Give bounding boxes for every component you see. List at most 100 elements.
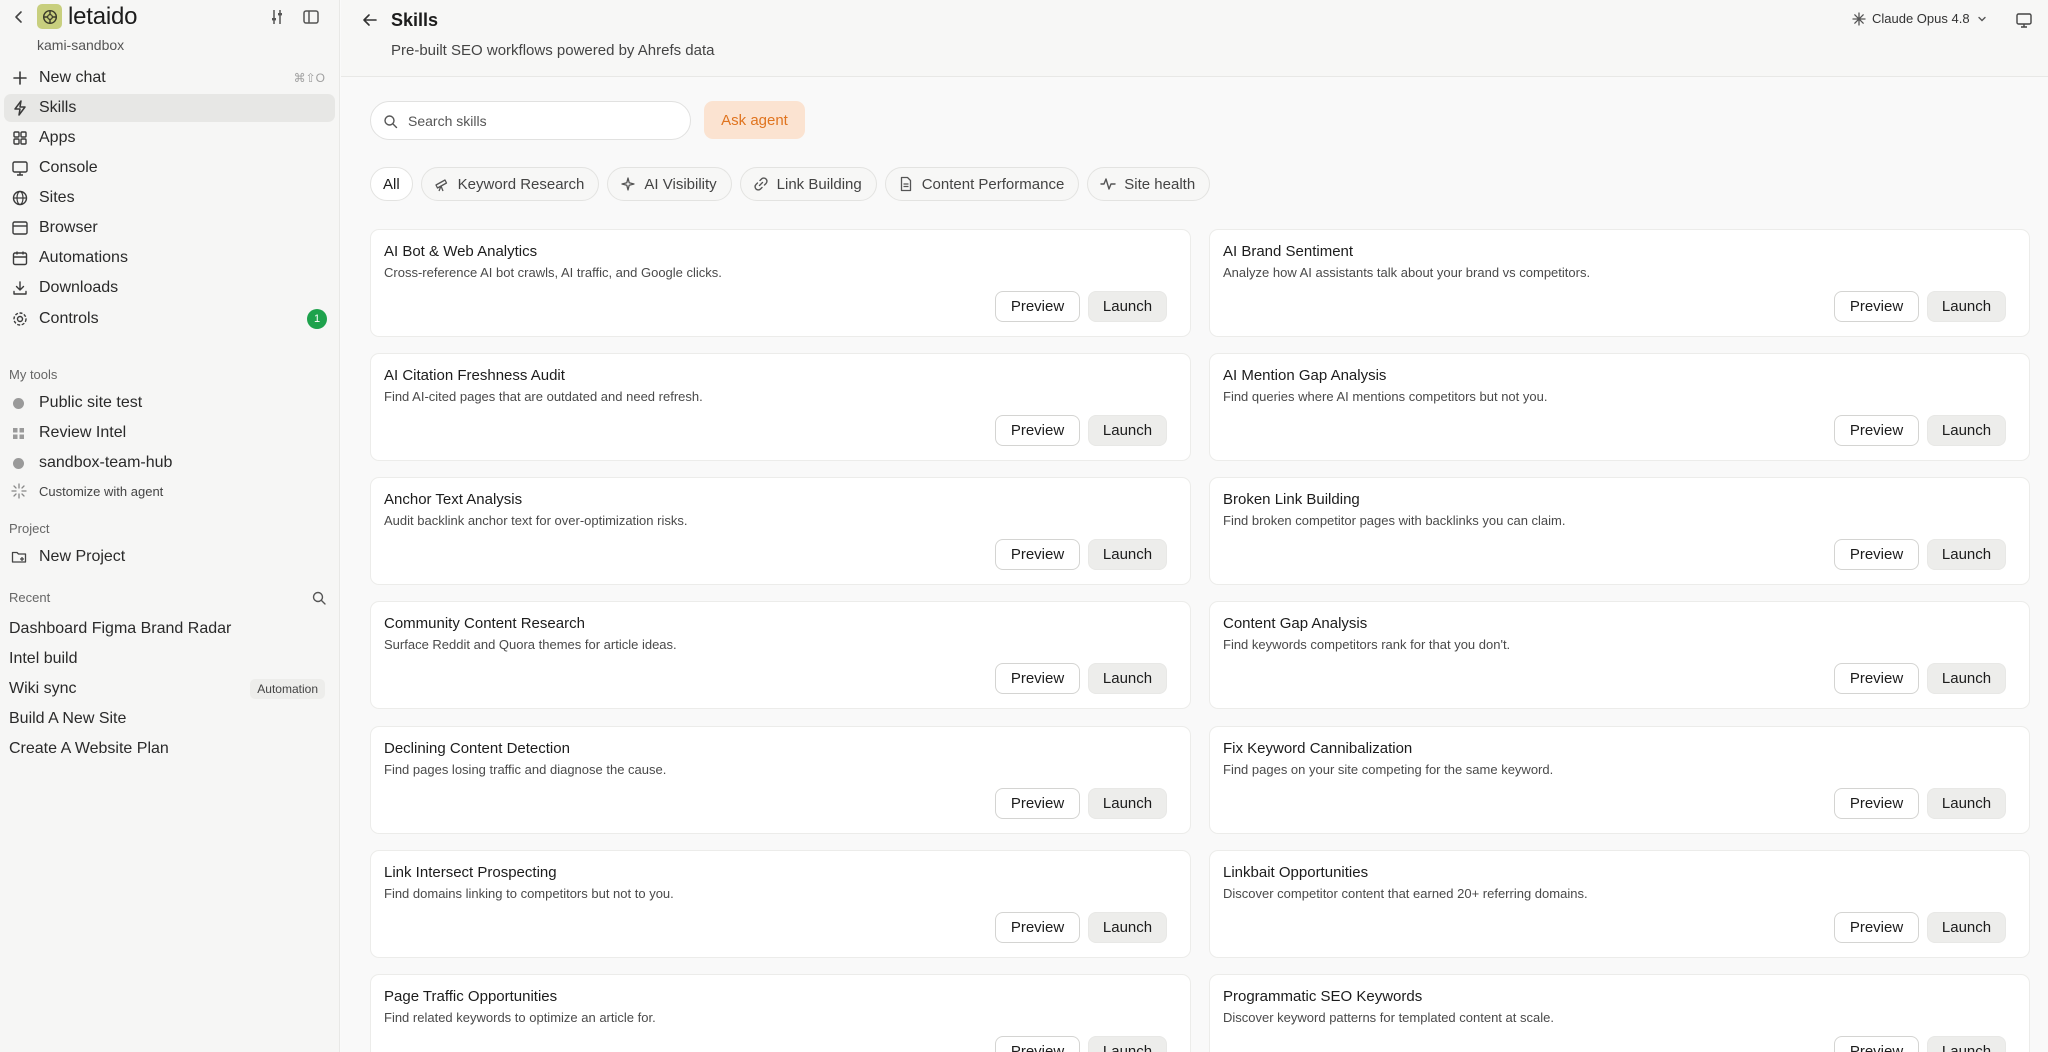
recent-item[interactable]: Dashboard Figma Brand Radar (9, 620, 231, 638)
nav-label: Downloads (39, 279, 119, 296)
tool-public-site-test[interactable]: Public site test (4, 390, 335, 416)
workspace-name[interactable]: kami-sandbox (37, 37, 124, 53)
skill-card: AI Mention Gap Analysis Find queries wher… (1209, 353, 2030, 461)
preview-button[interactable]: Preview (1834, 788, 1919, 819)
chip-label: Link Building (776, 175, 862, 193)
skill-title: Broken Link Building (1223, 491, 1360, 508)
tool-review-intel[interactable]: Review Intel (4, 420, 335, 446)
preview-button[interactable]: Preview (1834, 415, 1919, 446)
nav-browser[interactable]: Browser (4, 214, 335, 242)
skill-card: Content Gap Analysis Find keywords compet… (1209, 601, 2030, 709)
launch-button[interactable]: Launch (1927, 539, 2006, 570)
customize-with-agent[interactable]: Customize with agent (4, 478, 335, 504)
skill-title: Content Gap Analysis (1223, 615, 1368, 632)
preview-button[interactable]: Preview (995, 539, 1080, 570)
launch-button[interactable]: Launch (1088, 291, 1167, 322)
skill-card: Link Intersect Prospecting Find domains l… (370, 850, 1191, 958)
skill-card: Page Traffic Opportunities Find related k… (370, 974, 1191, 1052)
arrow-left-icon[interactable] (361, 11, 379, 29)
search-icon[interactable] (311, 590, 327, 606)
skill-title: Declining Content Detection (384, 740, 570, 757)
launch-button[interactable]: Launch (1927, 291, 2006, 322)
skill-title: Community Content Research (384, 615, 585, 632)
chevron-left-icon[interactable] (10, 8, 28, 26)
preview-button[interactable]: Preview (1834, 291, 1919, 322)
recent-item[interactable]: Wiki sync (9, 680, 77, 698)
page-subtitle: Pre-built SEO workflows powered by Ahref… (391, 42, 715, 59)
logo-icon (37, 4, 62, 29)
filter-all[interactable]: All (370, 167, 413, 201)
nav-automations[interactable]: Automations (4, 244, 335, 272)
nav-label: New chat (39, 69, 106, 86)
skill-title: AI Bot & Web Analytics (384, 243, 538, 260)
skill-description: Find queries where AI mentions competito… (1223, 389, 1548, 404)
preview-button[interactable]: Preview (995, 1036, 1080, 1052)
display-icon[interactable] (2015, 11, 2033, 29)
launch-button[interactable]: Launch (1927, 788, 2006, 819)
nav-controls[interactable]: Controls 1 (4, 305, 335, 333)
sidebar-toggle-icon[interactable] (302, 8, 320, 26)
recent-item[interactable]: Create A Website Plan (9, 740, 169, 758)
plus-icon (11, 69, 29, 87)
skill-description: Cross-reference AI bot crawls, AI traffi… (384, 265, 722, 280)
nav-skills[interactable]: Skills (4, 94, 335, 122)
chip-label: Content Performance (921, 175, 1065, 193)
status-dot-icon (13, 398, 24, 409)
preview-button[interactable]: Preview (1834, 1036, 1919, 1052)
preview-button[interactable]: Preview (995, 788, 1080, 819)
nav-apps[interactable]: Apps (4, 124, 335, 152)
nav-sites[interactable]: Sites (4, 184, 335, 212)
skill-card: Declining Content Detection Find pages lo… (370, 726, 1191, 834)
nav-label: Sites (39, 189, 75, 206)
status-dot-icon (13, 458, 24, 469)
launch-button[interactable]: Launch (1088, 539, 1167, 570)
preview-button[interactable]: Preview (995, 663, 1080, 694)
nav-downloads[interactable]: Downloads (4, 274, 335, 302)
preview-button[interactable]: Preview (995, 912, 1080, 943)
filter-ai-visibility[interactable]: AI Visibility (607, 167, 732, 201)
preview-button[interactable]: Preview (1834, 663, 1919, 694)
launch-button[interactable]: Launch (1088, 415, 1167, 446)
folder-plus-icon (11, 549, 27, 565)
settings-icon (11, 310, 29, 328)
tool-sandbox-team-hub[interactable]: sandbox-team-hub (4, 450, 335, 476)
preview-button[interactable]: Preview (995, 291, 1080, 322)
launch-button[interactable]: Launch (1088, 912, 1167, 943)
browser-window-icon (11, 219, 29, 237)
nav-new-chat[interactable]: New chat ⌘⇧O (4, 64, 335, 92)
recent-item[interactable]: Build A New Site (9, 710, 126, 728)
new-project-button[interactable]: New Project (4, 544, 335, 570)
model-selector[interactable]: Claude Opus 4.8 (1852, 11, 1988, 26)
skill-title: Anchor Text Analysis (384, 491, 523, 508)
skill-card: Community Content Research Surface Reddit… (370, 601, 1191, 709)
ai-sparkle-icon (620, 176, 636, 192)
launch-button[interactable]: Launch (1088, 1036, 1167, 1052)
skill-title: Programmatic SEO Keywords (1223, 988, 1423, 1005)
launch-button[interactable]: Launch (1088, 663, 1167, 694)
filter-link-building[interactable]: Link Building (739, 167, 877, 201)
sliders-icon[interactable] (268, 8, 286, 26)
brand-name: letaido (68, 3, 138, 30)
skill-description: Find domains linking to competitors but … (384, 886, 674, 901)
nav-console[interactable]: Console (4, 154, 335, 182)
filter-site-health[interactable]: Site health (1087, 167, 1211, 201)
ask-agent-button[interactable]: Ask agent (704, 101, 805, 139)
preview-button[interactable]: Preview (1834, 912, 1919, 943)
skill-title: AI Citation Freshness Audit (384, 367, 565, 384)
filter-keyword-research[interactable]: Keyword Research (420, 167, 600, 201)
search-input[interactable] (408, 111, 678, 131)
skill-title: AI Brand Sentiment (1223, 243, 1354, 260)
skill-card: Anchor Text Analysis Audit backlink ancho… (370, 477, 1191, 585)
preview-button[interactable]: Preview (995, 415, 1080, 446)
search-skills-box[interactable] (370, 101, 691, 140)
launch-button[interactable]: Launch (1927, 663, 2006, 694)
recent-item[interactable]: Intel build (9, 650, 78, 668)
filter-content-performance[interactable]: Content Performance (884, 167, 1080, 201)
chip-label: Site health (1124, 175, 1196, 193)
launch-button[interactable]: Launch (1927, 912, 2006, 943)
tool-label: Public site test (39, 394, 143, 411)
launch-button[interactable]: Launch (1088, 788, 1167, 819)
launch-button[interactable]: Launch (1927, 415, 2006, 446)
launch-button[interactable]: Launch (1927, 1036, 2006, 1052)
preview-button[interactable]: Preview (1834, 539, 1919, 570)
